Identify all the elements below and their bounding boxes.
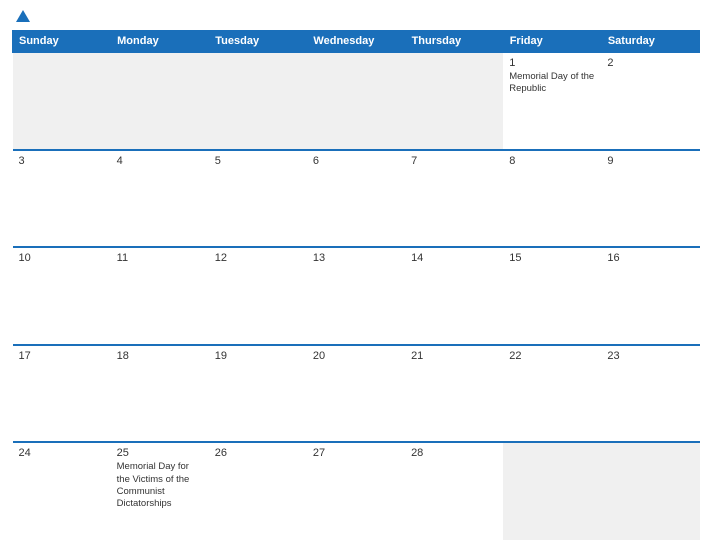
calendar-week-row: 17 18 19 20 21 22 23: [13, 345, 700, 443]
calendar-day-cell: [601, 442, 699, 540]
calendar-day-cell: 7: [405, 150, 503, 248]
header-friday: Friday: [503, 31, 601, 53]
calendar-day-cell: 6: [307, 150, 405, 248]
calendar-day-cell: 16: [601, 247, 699, 345]
day-number: 3: [19, 155, 105, 167]
calendar-day-cell: 20: [307, 345, 405, 443]
logo: [14, 10, 30, 22]
day-number: 2: [607, 57, 693, 69]
header-monday: Monday: [111, 31, 209, 53]
day-number: 6: [313, 155, 399, 167]
day-number: 1: [509, 57, 595, 69]
calendar-day-cell: 1 Memorial Day of the Republic: [503, 52, 601, 150]
header-saturday: Saturday: [601, 31, 699, 53]
calendar-table: Sunday Monday Tuesday Wednesday Thursday…: [12, 30, 700, 540]
day-number: 17: [19, 350, 105, 362]
day-number: 28: [411, 447, 497, 459]
calendar-day-cell: 25 Memorial Day for the Victims of the Co…: [111, 442, 209, 540]
day-number: 18: [117, 350, 203, 362]
calendar-day-cell: 8: [503, 150, 601, 248]
calendar-header: [12, 10, 700, 22]
calendar-day-cell: 21: [405, 345, 503, 443]
calendar-day-cell: 28: [405, 442, 503, 540]
day-number: 5: [215, 155, 301, 167]
calendar-day-cell: 3: [13, 150, 111, 248]
calendar-week-row: 3456789: [13, 150, 700, 248]
calendar-day-cell: 15: [503, 247, 601, 345]
day-number: 16: [607, 252, 693, 264]
calendar-day-cell: [13, 52, 111, 150]
calendar-day-cell: 19: [209, 345, 307, 443]
day-number: 27: [313, 447, 399, 459]
day-number: 14: [411, 252, 497, 264]
day-number: 22: [509, 350, 595, 362]
calendar-day-cell: 11: [111, 247, 209, 345]
header-wednesday: Wednesday: [307, 31, 405, 53]
day-number: 8: [509, 155, 595, 167]
calendar-day-cell: 23: [601, 345, 699, 443]
calendar-week-row: 10 11 12 13 14 15 16: [13, 247, 700, 345]
calendar-day-cell: 27: [307, 442, 405, 540]
header-sunday: Sunday: [13, 31, 111, 53]
calendar-day-cell: 18: [111, 345, 209, 443]
header-tuesday: Tuesday: [209, 31, 307, 53]
day-number: 19: [215, 350, 301, 362]
calendar-day-cell: 13: [307, 247, 405, 345]
day-number: 20: [313, 350, 399, 362]
header-thursday: Thursday: [405, 31, 503, 53]
calendar-day-cell: 26: [209, 442, 307, 540]
day-number: 21: [411, 350, 497, 362]
day-number: 23: [607, 350, 693, 362]
calendar-day-cell: 14: [405, 247, 503, 345]
day-number: 7: [411, 155, 497, 167]
day-number: 4: [117, 155, 203, 167]
calendar-day-cell: 4: [111, 150, 209, 248]
calendar-day-cell: 12: [209, 247, 307, 345]
calendar-day-cell: [503, 442, 601, 540]
calendar-day-cell: [209, 52, 307, 150]
calendar-day-cell: [111, 52, 209, 150]
day-number: 9: [607, 155, 693, 167]
day-number: 24: [19, 447, 105, 459]
calendar-day-cell: [405, 52, 503, 150]
logo-triangle-icon: [16, 10, 30, 22]
calendar-day-cell: [307, 52, 405, 150]
calendar-day-cell: 2: [601, 52, 699, 150]
day-number: 13: [313, 252, 399, 264]
holiday-label: Memorial Day of the Republic: [509, 71, 595, 96]
day-number: 12: [215, 252, 301, 264]
calendar-day-cell: 10: [13, 247, 111, 345]
calendar-day-cell: 17: [13, 345, 111, 443]
calendar-container: Sunday Monday Tuesday Wednesday Thursday…: [0, 0, 712, 550]
calendar-day-cell: 5: [209, 150, 307, 248]
day-number: 26: [215, 447, 301, 459]
calendar-day-cell: 9: [601, 150, 699, 248]
day-number: 15: [509, 252, 595, 264]
day-number: 11: [117, 252, 203, 264]
calendar-day-cell: 24: [13, 442, 111, 540]
day-number: 10: [19, 252, 105, 264]
calendar-day-cell: 22: [503, 345, 601, 443]
holiday-label: Memorial Day for the Victims of the Comm…: [117, 461, 203, 510]
weekday-header-row: Sunday Monday Tuesday Wednesday Thursday…: [13, 31, 700, 53]
calendar-week-row: 24 25 Memorial Day for the Victims of the …: [13, 442, 700, 540]
calendar-week-row: 1 Memorial Day of the Republic 2: [13, 52, 700, 150]
day-number: 25: [117, 447, 203, 459]
